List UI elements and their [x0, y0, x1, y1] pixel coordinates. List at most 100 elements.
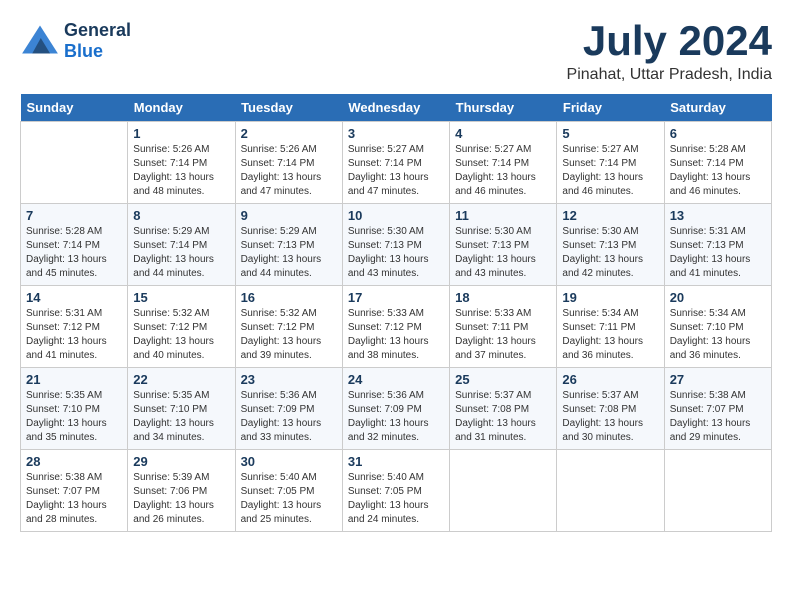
- day-number: 14: [26, 290, 122, 305]
- calendar-cell: 27 Sunrise: 5:38 AM Sunset: 7:07 PM Dayli…: [664, 368, 771, 450]
- calendar-cell: 16 Sunrise: 5:32 AM Sunset: 7:12 PM Dayli…: [235, 286, 342, 368]
- day-info: Sunrise: 5:33 AM Sunset: 7:11 PM Dayligh…: [455, 307, 551, 363]
- day-info: Sunrise: 5:36 AM Sunset: 7:09 PM Dayligh…: [241, 389, 337, 445]
- day-info: Sunrise: 5:37 AM Sunset: 7:08 PM Dayligh…: [562, 389, 658, 445]
- day-info: Sunrise: 5:40 AM Sunset: 7:05 PM Dayligh…: [348, 471, 444, 527]
- calendar-cell: 30 Sunrise: 5:40 AM Sunset: 7:05 PM Dayli…: [235, 450, 342, 532]
- day-number: 4: [455, 126, 551, 141]
- weekday-header-row: SundayMondayTuesdayWednesdayThursdayFrid…: [21, 94, 772, 122]
- day-info: Sunrise: 5:32 AM Sunset: 7:12 PM Dayligh…: [241, 307, 337, 363]
- calendar-cell: 26 Sunrise: 5:37 AM Sunset: 7:08 PM Dayli…: [557, 368, 664, 450]
- day-info: Sunrise: 5:39 AM Sunset: 7:06 PM Dayligh…: [133, 471, 229, 527]
- day-number: 21: [26, 372, 122, 387]
- weekday-header-sunday: Sunday: [21, 94, 128, 122]
- calendar-cell: 29 Sunrise: 5:39 AM Sunset: 7:06 PM Dayli…: [128, 450, 235, 532]
- day-info: Sunrise: 5:34 AM Sunset: 7:11 PM Dayligh…: [562, 307, 658, 363]
- calendar-cell: 23 Sunrise: 5:36 AM Sunset: 7:09 PM Dayli…: [235, 368, 342, 450]
- day-info: Sunrise: 5:30 AM Sunset: 7:13 PM Dayligh…: [562, 225, 658, 281]
- day-info: Sunrise: 5:29 AM Sunset: 7:14 PM Dayligh…: [133, 225, 229, 281]
- day-info: Sunrise: 5:38 AM Sunset: 7:07 PM Dayligh…: [670, 389, 766, 445]
- day-number: 29: [133, 454, 229, 469]
- calendar-cell: 9Sunrise: 5:29 AM Sunset: 7:13 PM Daylig…: [235, 204, 342, 286]
- weekday-header-tuesday: Tuesday: [235, 94, 342, 122]
- day-number: 15: [133, 290, 229, 305]
- day-info: Sunrise: 5:27 AM Sunset: 7:14 PM Dayligh…: [455, 143, 551, 199]
- logo: General Blue: [20, 20, 131, 62]
- weekday-header-monday: Monday: [128, 94, 235, 122]
- calendar-header: SundayMondayTuesdayWednesdayThursdayFrid…: [21, 94, 772, 122]
- logo-general: General: [64, 20, 131, 40]
- calendar-cell: 15 Sunrise: 5:32 AM Sunset: 7:12 PM Dayli…: [128, 286, 235, 368]
- calendar-cell: 22Sunrise: 5:35 AM Sunset: 7:10 PM Dayli…: [128, 368, 235, 450]
- calendar-cell: 4 Sunrise: 5:27 AM Sunset: 7:14 PM Daylig…: [450, 122, 557, 204]
- logo-text: General Blue: [64, 20, 131, 62]
- day-info: Sunrise: 5:26 AM Sunset: 7:14 PM Dayligh…: [133, 143, 229, 199]
- day-number: 31: [348, 454, 444, 469]
- day-number: 18: [455, 290, 551, 305]
- day-number: 6: [670, 126, 766, 141]
- location-subtitle: Pinahat, Uttar Pradesh, India: [567, 66, 772, 84]
- day-number: 8: [133, 208, 229, 223]
- day-info: Sunrise: 5:27 AM Sunset: 7:14 PM Dayligh…: [562, 143, 658, 199]
- calendar-cell: 21 Sunrise: 5:35 AM Sunset: 7:10 PM Dayli…: [21, 368, 128, 450]
- day-number: 23: [241, 372, 337, 387]
- day-info: Sunrise: 5:35 AM Sunset: 7:10 PM Dayligh…: [26, 389, 122, 445]
- calendar-cell: 12 Sunrise: 5:30 AM Sunset: 7:13 PM Dayli…: [557, 204, 664, 286]
- day-info: Sunrise: 5:36 AM Sunset: 7:09 PM Dayligh…: [348, 389, 444, 445]
- day-info: Sunrise: 5:28 AM Sunset: 7:14 PM Dayligh…: [670, 143, 766, 199]
- calendar-week-row: 1 Sunrise: 5:26 AM Sunset: 7:14 PM Daylig…: [21, 122, 772, 204]
- day-number: 19: [562, 290, 658, 305]
- day-number: 22: [133, 372, 229, 387]
- calendar-week-row: 28 Sunrise: 5:38 AM Sunset: 7:07 PM Dayli…: [21, 450, 772, 532]
- calendar-cell: [450, 450, 557, 532]
- calendar-week-row: 21 Sunrise: 5:35 AM Sunset: 7:10 PM Dayli…: [21, 368, 772, 450]
- day-number: 26: [562, 372, 658, 387]
- weekday-header-saturday: Saturday: [664, 94, 771, 122]
- day-info: Sunrise: 5:38 AM Sunset: 7:07 PM Dayligh…: [26, 471, 122, 527]
- calendar-cell: 7Sunrise: 5:28 AM Sunset: 7:14 PM Daylig…: [21, 204, 128, 286]
- calendar-cell: 13Sunrise: 5:31 AM Sunset: 7:13 PM Dayli…: [664, 204, 771, 286]
- logo-blue: Blue: [64, 41, 103, 61]
- day-info: Sunrise: 5:37 AM Sunset: 7:08 PM Dayligh…: [455, 389, 551, 445]
- day-number: 11: [455, 208, 551, 223]
- day-number: 9: [241, 208, 337, 223]
- day-number: 2: [241, 126, 337, 141]
- day-info: Sunrise: 5:40 AM Sunset: 7:05 PM Dayligh…: [241, 471, 337, 527]
- day-info: Sunrise: 5:32 AM Sunset: 7:12 PM Dayligh…: [133, 307, 229, 363]
- calendar-cell: 19 Sunrise: 5:34 AM Sunset: 7:11 PM Dayli…: [557, 286, 664, 368]
- day-number: 1: [133, 126, 229, 141]
- day-number: 12: [562, 208, 658, 223]
- calendar-cell: 14 Sunrise: 5:31 AM Sunset: 7:12 PM Dayli…: [21, 286, 128, 368]
- day-number: 30: [241, 454, 337, 469]
- day-info: Sunrise: 5:31 AM Sunset: 7:12 PM Dayligh…: [26, 307, 122, 363]
- calendar-cell: [557, 450, 664, 532]
- title-block: July 2024 Pinahat, Uttar Pradesh, India: [567, 20, 772, 84]
- calendar-cell: 10Sunrise: 5:30 AM Sunset: 7:13 PM Dayli…: [342, 204, 449, 286]
- calendar-cell: 17Sunrise: 5:33 AM Sunset: 7:12 PM Dayli…: [342, 286, 449, 368]
- day-number: 24: [348, 372, 444, 387]
- day-number: 28: [26, 454, 122, 469]
- day-info: Sunrise: 5:34 AM Sunset: 7:10 PM Dayligh…: [670, 307, 766, 363]
- day-info: Sunrise: 5:30 AM Sunset: 7:13 PM Dayligh…: [348, 225, 444, 281]
- day-number: 17: [348, 290, 444, 305]
- calendar-cell: 8 Sunrise: 5:29 AM Sunset: 7:14 PM Daylig…: [128, 204, 235, 286]
- logo-icon: [20, 24, 60, 59]
- day-number: 27: [670, 372, 766, 387]
- calendar-cell: [664, 450, 771, 532]
- calendar-cell: 3 Sunrise: 5:27 AM Sunset: 7:14 PM Daylig…: [342, 122, 449, 204]
- day-number: 20: [670, 290, 766, 305]
- calendar-cell: 11Sunrise: 5:30 AM Sunset: 7:13 PM Dayli…: [450, 204, 557, 286]
- day-number: 16: [241, 290, 337, 305]
- day-number: 3: [348, 126, 444, 141]
- calendar-week-row: 14 Sunrise: 5:31 AM Sunset: 7:12 PM Dayli…: [21, 286, 772, 368]
- calendar-cell: 25 Sunrise: 5:37 AM Sunset: 7:08 PM Dayli…: [450, 368, 557, 450]
- calendar-body: 1 Sunrise: 5:26 AM Sunset: 7:14 PM Daylig…: [21, 122, 772, 532]
- day-info: Sunrise: 5:27 AM Sunset: 7:14 PM Dayligh…: [348, 143, 444, 199]
- weekday-header-thursday: Thursday: [450, 94, 557, 122]
- calendar-cell: 28 Sunrise: 5:38 AM Sunset: 7:07 PM Dayli…: [21, 450, 128, 532]
- calendar-cell: 18 Sunrise: 5:33 AM Sunset: 7:11 PM Dayli…: [450, 286, 557, 368]
- calendar-cell: 2Sunrise: 5:26 AM Sunset: 7:14 PM Daylig…: [235, 122, 342, 204]
- day-number: 5: [562, 126, 658, 141]
- day-number: 25: [455, 372, 551, 387]
- calendar-cell: 5 Sunrise: 5:27 AM Sunset: 7:14 PM Daylig…: [557, 122, 664, 204]
